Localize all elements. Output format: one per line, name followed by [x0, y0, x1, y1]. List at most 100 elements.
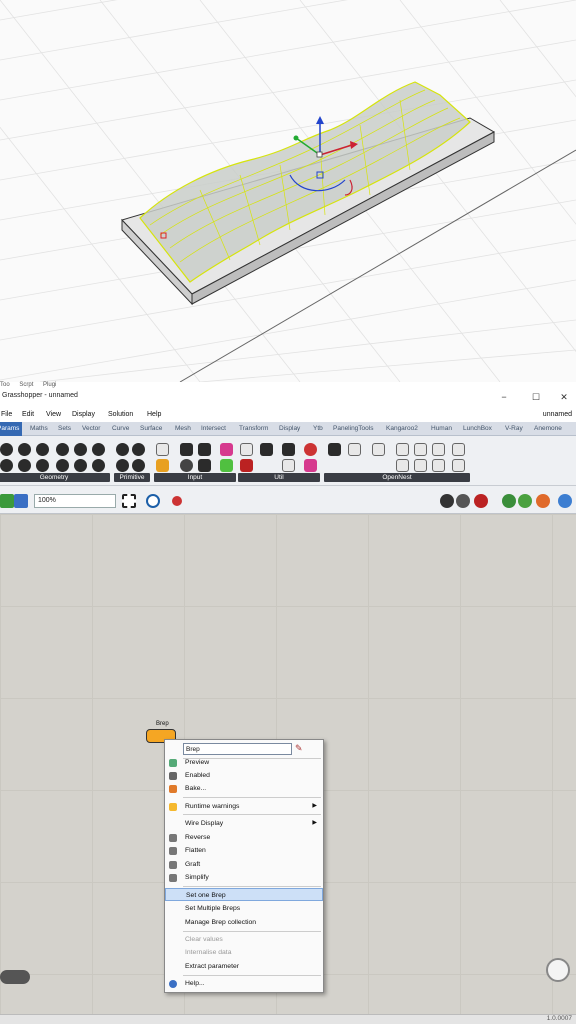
menu-enabled[interactable]: Enabled — [165, 769, 323, 782]
nest-shape-icon[interactable] — [432, 443, 445, 456]
nest-text-icon[interactable] — [348, 443, 361, 456]
menu-solution[interactable]: Solution — [108, 411, 133, 418]
menu-view[interactable]: View — [46, 411, 61, 418]
menu-set-one-brep[interactable]: Set one Brep — [165, 888, 323, 901]
data-dam-icon[interactable] — [282, 443, 295, 456]
param-name-field[interactable] — [183, 743, 292, 755]
save-file-icon[interactable] — [14, 494, 28, 508]
menu-flatten[interactable]: Flatten — [165, 844, 323, 857]
surface-param-icon[interactable] — [56, 443, 69, 456]
selected-surface[interactable] — [139, 81, 471, 283]
minimize-button[interactable]: − — [494, 390, 514, 404]
tab-maths[interactable]: Maths — [30, 425, 48, 432]
menu-graft[interactable]: Graft — [165, 858, 323, 871]
preview-eye-icon[interactable] — [146, 494, 160, 508]
tab-sets[interactable]: Sets — [58, 425, 71, 432]
tab-params[interactable]: Params — [0, 422, 23, 436]
flask-icon[interactable] — [304, 459, 317, 472]
preview-mode-icon[interactable] — [440, 494, 454, 508]
tab-intersect[interactable]: Intersect — [201, 425, 226, 432]
rhino-viewport[interactable] — [0, 0, 576, 382]
panel-icon[interactable] — [156, 443, 169, 456]
tab-display[interactable]: Display — [279, 425, 300, 432]
tab-lunchbox[interactable]: LunchBox — [463, 425, 492, 432]
menu-help[interactable]: Help — [147, 411, 161, 418]
color-wheel-icon[interactable] — [502, 494, 516, 508]
rhino-menu-script[interactable]: Scrpt — [19, 382, 33, 388]
curve-param-icon[interactable] — [36, 443, 49, 456]
nest-grid-icon[interactable] — [396, 459, 409, 472]
menu-file[interactable]: File — [1, 411, 12, 418]
tab-human[interactable]: Human — [431, 425, 452, 432]
menu-reverse[interactable]: Reverse — [165, 831, 323, 844]
zoom-combobox[interactable]: 100% — [34, 494, 116, 508]
image-sampler-icon[interactable] — [220, 459, 233, 472]
box-param-icon[interactable] — [36, 459, 49, 472]
nest-fit-icon[interactable] — [432, 459, 445, 472]
number-param-icon[interactable] — [132, 443, 145, 456]
nest-cut-icon[interactable] — [452, 459, 465, 472]
menu-help[interactable]: Help... — [165, 977, 323, 990]
nest-paper-icon[interactable] — [414, 443, 427, 456]
edit-name-icon[interactable]: ✎ — [295, 743, 303, 754]
vector-param-icon[interactable] — [0, 443, 13, 456]
nest-label-icon[interactable] — [414, 459, 427, 472]
geometry-param-icon[interactable] — [92, 459, 105, 472]
menu-extract-parameter[interactable]: Extract parameter — [165, 960, 323, 973]
material-icon[interactable] — [536, 494, 550, 508]
menu-preview[interactable]: Preview — [165, 756, 323, 769]
tab-panelingtools[interactable]: PanelingTools — [333, 425, 373, 432]
maximize-button[interactable]: ☐ — [526, 390, 546, 404]
boolean-param-icon[interactable] — [116, 443, 129, 456]
value-list-icon[interactable] — [198, 459, 211, 472]
menu-set-multiple-breps[interactable]: Set Multiple Breps — [165, 902, 323, 915]
nest-copy-icon[interactable] — [452, 443, 465, 456]
group-param-icon[interactable] — [74, 459, 87, 472]
nest-sheet-icon[interactable] — [396, 443, 409, 456]
menu-display[interactable]: Display — [72, 411, 95, 418]
menu-wire-display[interactable]: Wire Display ▶ — [165, 817, 323, 830]
close-button[interactable]: ✕ — [554, 390, 574, 404]
param-viewer-icon[interactable] — [260, 443, 273, 456]
sphere-icon[interactable] — [558, 494, 572, 508]
menu-bake[interactable]: Bake... — [165, 782, 323, 795]
title-bar[interactable]: Too Scrpt Plugi Grasshopper - unnamed − … — [0, 382, 576, 408]
tab-ytb[interactable]: Ytb — [313, 425, 323, 432]
shaded-preview-icon[interactable] — [518, 494, 532, 508]
rhino-menu-tools[interactable]: Too — [0, 382, 10, 388]
line-param-icon[interactable] — [18, 459, 31, 472]
jump-icon[interactable] — [282, 459, 295, 472]
circle-param-icon[interactable] — [18, 443, 31, 456]
tab-mesh[interactable]: Mesh — [175, 425, 191, 432]
definition-canvas[interactable]: Brep ✎ Preview Enabled Bake... Runtime w… — [0, 514, 576, 1014]
field-param-icon[interactable] — [56, 459, 69, 472]
nest-tag-icon[interactable] — [372, 443, 385, 456]
swatch-icon[interactable] — [220, 443, 233, 456]
preview-wire-icon[interactable] — [456, 494, 470, 508]
slider-icon[interactable] — [180, 443, 193, 456]
bake-icon[interactable] — [474, 494, 488, 508]
integer-param-icon[interactable] — [132, 459, 145, 472]
tab-vector[interactable]: Vector — [82, 425, 100, 432]
gradient-icon[interactable] — [156, 459, 169, 472]
plane-param-icon[interactable] — [0, 459, 13, 472]
graph-mapper-icon[interactable] — [240, 443, 253, 456]
tab-anemone[interactable]: Anemone — [534, 425, 562, 432]
preview-toggle-icon[interactable] — [0, 970, 30, 984]
menu-manage-brep-collection[interactable]: Manage Brep collection — [165, 916, 323, 929]
open-file-icon[interactable] — [0, 494, 14, 508]
tab-surface[interactable]: Surface — [140, 425, 162, 432]
tab-curve[interactable]: Curve — [112, 425, 129, 432]
text-param-icon[interactable] — [116, 459, 129, 472]
mesh-param-icon[interactable] — [74, 443, 87, 456]
menu-runtime-warnings[interactable]: Runtime warnings ▶ — [165, 800, 323, 813]
cherries-icon[interactable] — [240, 459, 253, 472]
button-icon[interactable] — [180, 459, 193, 472]
menu-simplify[interactable]: Simplify — [165, 871, 323, 884]
nest-icon[interactable] — [328, 443, 341, 456]
solver-status-icon[interactable] — [546, 958, 570, 982]
pen-icon[interactable] — [172, 496, 182, 506]
menu-edit[interactable]: Edit — [22, 411, 34, 418]
toggle-icon[interactable] — [198, 443, 211, 456]
tab-transform[interactable]: Transform — [239, 425, 268, 432]
